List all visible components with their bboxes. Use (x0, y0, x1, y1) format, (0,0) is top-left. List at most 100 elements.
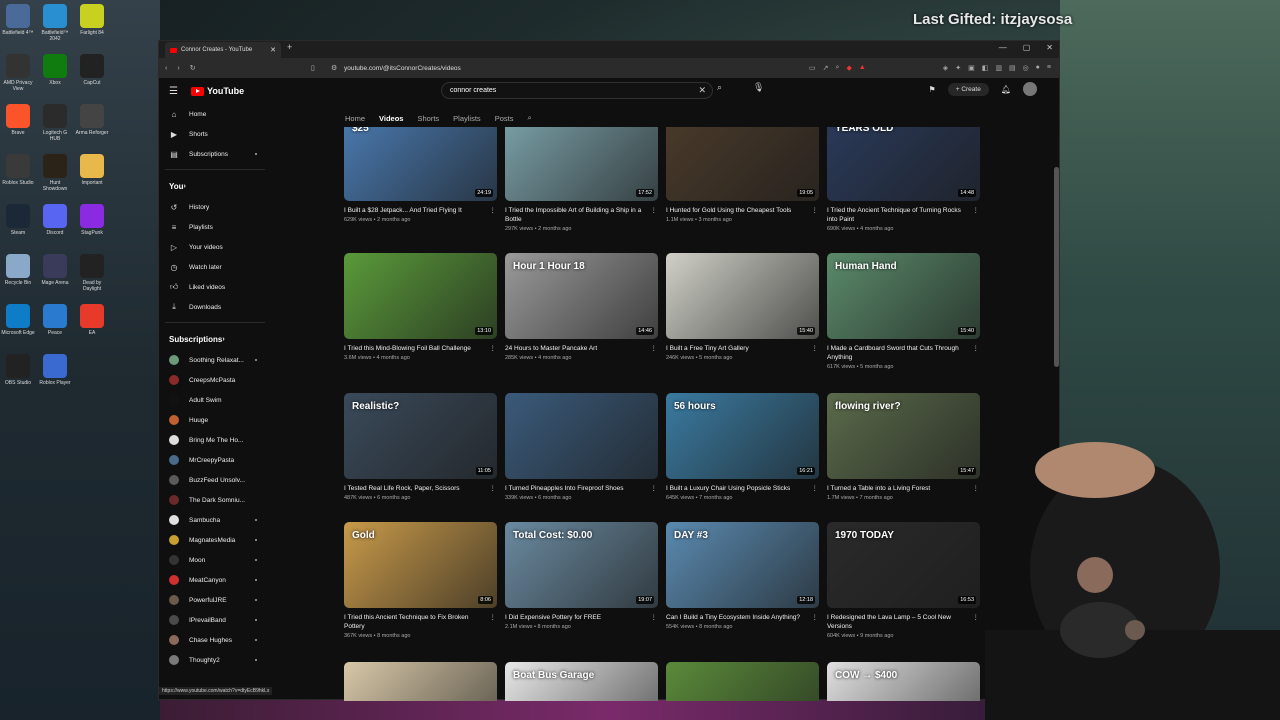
more-options-icon[interactable]: ⋮ (651, 484, 658, 493)
subscription-item[interactable]: MagnatesMedia (159, 530, 271, 550)
video-card[interactable]: Hour 1 Hour 18 14:46 24 Hours to Master Pa… (505, 253, 659, 361)
video-title[interactable]: I Turned a Table into a Living Forest ⋮ (827, 484, 981, 493)
video-thumbnail[interactable]: 56 hours 16:21 (666, 393, 819, 479)
more-options-icon[interactable]: ⋮ (812, 344, 819, 353)
desktop-icon[interactable]: Battlefield 4™ (0, 4, 36, 36)
more-options-icon[interactable]: ⋮ (812, 613, 819, 622)
tabs-icon[interactable]: ▣ (968, 64, 975, 72)
tab-home[interactable]: Home (345, 114, 365, 123)
desktop-icon[interactable]: Microsoft Edge (0, 304, 36, 336)
video-thumbnail[interactable] (666, 662, 819, 701)
reload-icon[interactable]: ↻ (190, 64, 196, 72)
video-card[interactable]: I Turned Pineapples Into Fireproof Shoes… (505, 393, 659, 501)
downloads-toolbar-icon[interactable]: ▥ (995, 64, 1002, 72)
subscription-item[interactable]: Moon (159, 550, 271, 570)
new-tab-icon[interactable]: + (287, 42, 292, 52)
subscription-item[interactable]: Adult Swim (159, 390, 271, 410)
desktop-icon[interactable]: Logitech G HUB (37, 104, 73, 142)
subscription-item[interactable]: BuzzFeed Unsolv... (159, 470, 271, 490)
desktop-icon[interactable]: Brave (0, 104, 36, 136)
desktop-icon[interactable]: CapCut (74, 54, 110, 86)
sidebar-item-shorts[interactable]: ▶ Shorts (159, 124, 271, 144)
desktop-icon[interactable]: StagPunk (74, 204, 110, 236)
video-thumbnail[interactable] (344, 662, 497, 701)
more-options-icon[interactable]: ⋮ (812, 206, 819, 215)
video-card[interactable]: Realistic? 11:05 I Tested Real Life Rock, … (344, 393, 498, 501)
close-tab-icon[interactable]: ✕ (270, 46, 276, 54)
video-title[interactable]: I Built a $28 Jetpack... And Tried Flyin… (344, 206, 498, 215)
subscription-item[interactable]: IPrevailBand (159, 610, 271, 630)
microphone-icon[interactable]: 🎙︎ (753, 82, 764, 93)
sidebar-item-subscriptions[interactable]: ▤ Subscriptions (159, 144, 271, 164)
video-title[interactable]: I Redesigned the Lava Lamp – 5 Cool New … (827, 613, 981, 631)
tab-videos[interactable]: Videos (379, 114, 403, 123)
desktop-icon[interactable]: EA (74, 304, 110, 336)
browser-tab[interactable]: Connor Creates - YouTube ✕ (165, 42, 281, 58)
sidebar-toggle-icon[interactable]: ◧ (982, 64, 989, 72)
video-thumbnail[interactable]: $25 24:19 (344, 127, 497, 201)
subscription-item[interactable]: Chase Hughes (159, 630, 271, 650)
close-window-icon[interactable]: ✕ (1046, 43, 1053, 52)
sidebar-item-playlists[interactable]: ≡ Playlists (159, 217, 271, 237)
tab-posts[interactable]: Posts (495, 114, 514, 123)
sidebar-you-heading[interactable]: You › (159, 175, 271, 197)
video-thumbnail[interactable]: Boat Bus Garage (505, 662, 658, 701)
desktop-icon[interactable]: Discord (37, 204, 73, 236)
desktop-icon[interactable]: Farlight 84 (74, 4, 110, 36)
video-card[interactable]: Total Cost: $0.00 19:07 I Did Expensive Po… (505, 522, 659, 630)
video-title[interactable]: I Hunted for Gold Using the Cheapest Too… (666, 206, 820, 215)
more-options-icon[interactable]: ⋮ (651, 613, 658, 622)
desktop-icon[interactable]: Dead by Daylight (74, 254, 110, 292)
video-title[interactable]: I Tried the Ancient Technique of Turning… (827, 206, 981, 224)
notifications-icon[interactable]: 🔔︎ (1001, 85, 1011, 94)
video-title[interactable]: I Did Expensive Pottery for FREE ⋮ (505, 613, 659, 622)
video-thumbnail[interactable]: DAY #3 12:18 (666, 522, 819, 608)
subscription-item[interactable]: Huuge (159, 410, 271, 430)
vpn-icon[interactable]: ◎ (1023, 64, 1029, 72)
desktop-icon[interactable]: AMD Privacy View (0, 54, 36, 92)
more-options-icon[interactable]: ⋮ (973, 484, 980, 493)
video-title[interactable]: I Built a Free Tiny Art Gallery ⋮ (666, 344, 820, 353)
video-thumbnail[interactable]: Human Hand 15:40 (827, 253, 980, 339)
forward-icon[interactable]: › (177, 65, 179, 72)
desktop-icon[interactable]: Peace (37, 304, 73, 336)
sidebar-item-watch-later[interactable]: ◷ Watch later (159, 257, 271, 277)
extension-icon[interactable]: ◈ (943, 64, 948, 72)
tab-playlists[interactable]: Playlists (453, 114, 481, 123)
desktop-icon[interactable]: Steam (0, 204, 36, 236)
video-card[interactable]: 56 hours 16:21 I Built a Luxury Chair Usin… (666, 393, 820, 501)
video-title[interactable]: 24 Hours to Master Pancake Art ⋮ (505, 344, 659, 353)
brave-shield-icon[interactable]: ◆ (846, 64, 851, 72)
screen-icon[interactable]: ▭ (809, 64, 816, 72)
wallet-icon[interactable]: ▤ (1009, 64, 1016, 72)
subscription-item[interactable]: MeatCanyon (159, 570, 271, 590)
video-card[interactable] (666, 662, 820, 701)
more-options-icon[interactable]: ⋮ (651, 344, 658, 353)
desktop-icon[interactable]: Arma Reforger (74, 104, 110, 136)
search-icon[interactable]: ⌕ (717, 82, 722, 93)
video-title[interactable]: I Tested Real Life Rock, Paper, Scissors… (344, 484, 498, 493)
extensions-icon[interactable]: ✦ (955, 64, 961, 72)
video-thumbnail[interactable]: Hour 1 Hour 18 14:46 (505, 253, 658, 339)
browser-menu-icon[interactable]: ≡ (1047, 64, 1051, 72)
profile-icon[interactable]: ● (1036, 64, 1040, 72)
video-card[interactable]: COW → $400 (827, 662, 981, 701)
video-thumbnail[interactable]: 17:52 (505, 127, 658, 201)
video-thumbnail[interactable]: 13:10 (344, 253, 497, 339)
subscription-item[interactable]: Thoughty2 (159, 650, 271, 670)
video-title[interactable]: I Tried the Impossible Art of Building a… (505, 206, 659, 224)
desktop-icon[interactable]: Xbox (37, 54, 73, 86)
desktop-icon[interactable]: Recycle Bin (0, 254, 36, 286)
sidebar-subscriptions-heading[interactable]: Subscriptions › (159, 328, 271, 350)
video-title[interactable]: Can I Build a Tiny Ecosystem Inside Anyt… (666, 613, 820, 622)
video-thumbnail[interactable]: COW → $400 (827, 662, 980, 701)
zoom-icon[interactable]: ⌕ (836, 64, 840, 72)
site-info-icon[interactable]: ⚙ (331, 64, 337, 72)
clear-search-icon[interactable]: ✕ (698, 85, 706, 96)
more-options-icon[interactable]: ⋮ (490, 344, 497, 353)
desktop-icon[interactable]: Battlefield™ 2042 (37, 4, 73, 42)
video-title[interactable]: I Tried this Mind-Blowing Foil Ball Chal… (344, 344, 498, 353)
sidebar-item-home[interactable]: ⌂ Home (159, 104, 271, 124)
create-button[interactable]: + Create (947, 82, 989, 96)
video-card[interactable]: $25 24:19 I Built a $28 Jetpack... And Tri… (344, 127, 498, 223)
